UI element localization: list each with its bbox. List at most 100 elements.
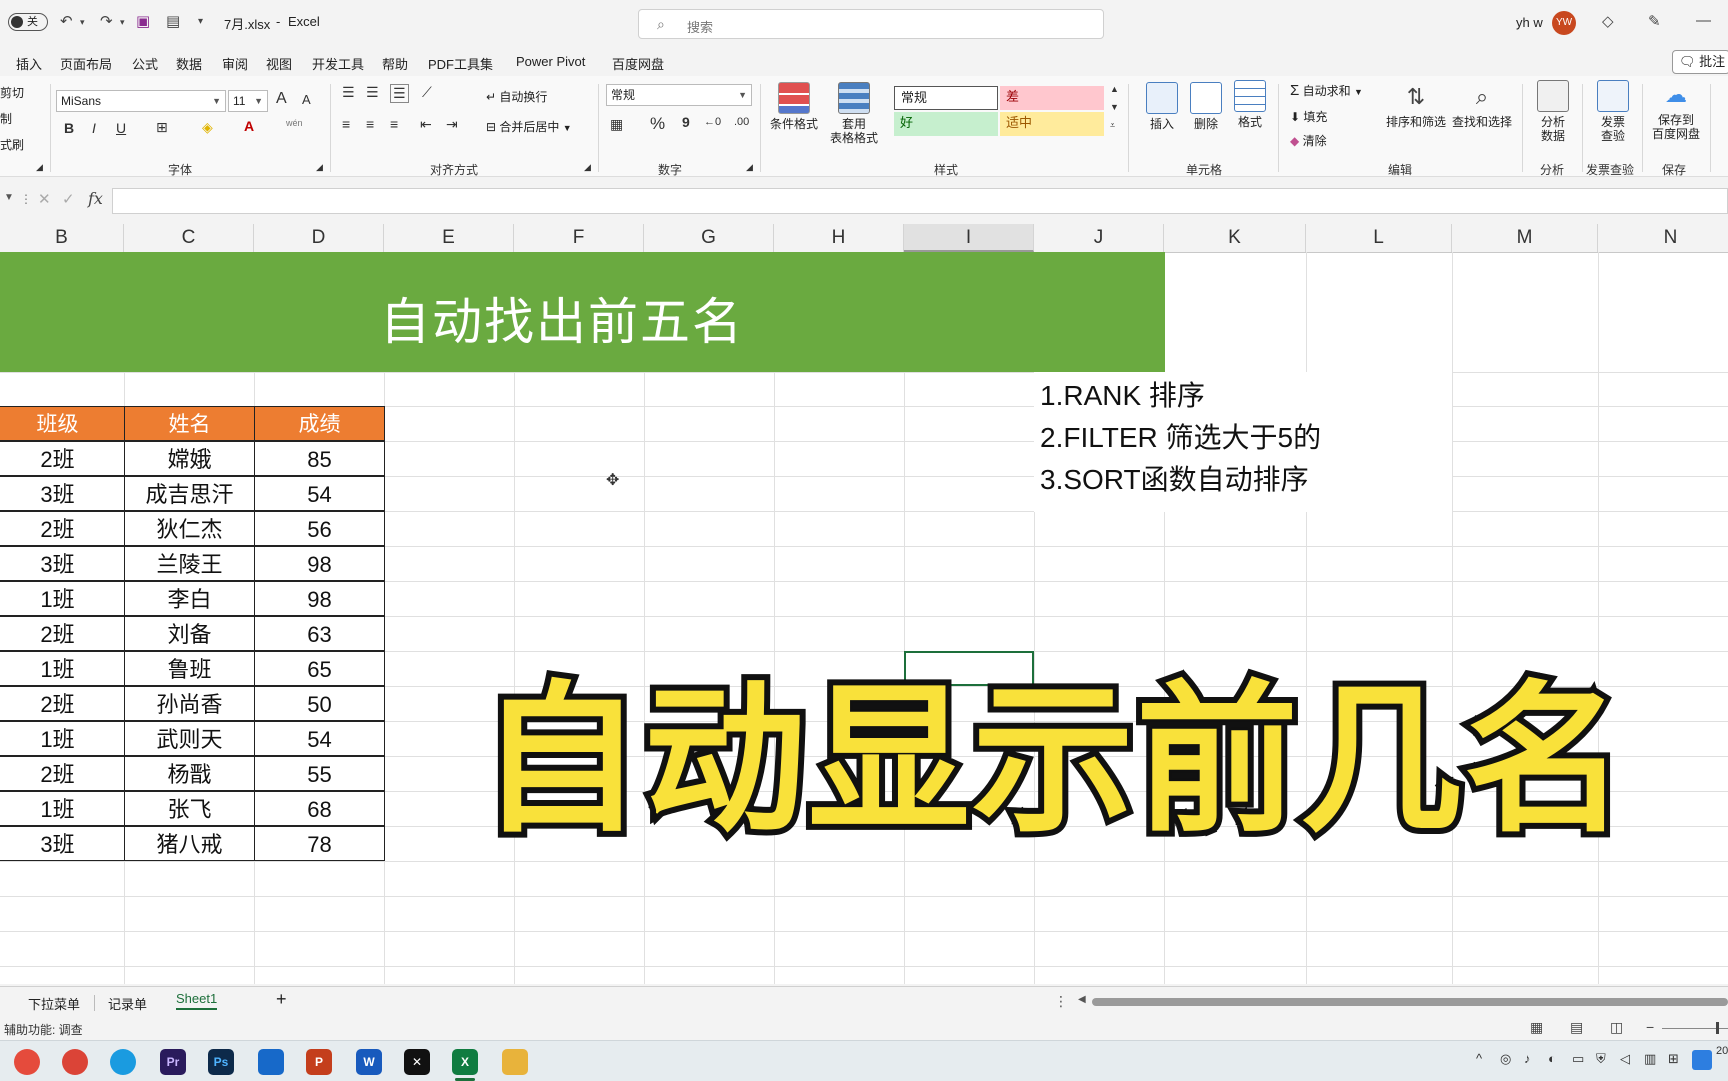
page-break-view-icon[interactable]: ◫ xyxy=(1610,1019,1623,1036)
column-header-n[interactable]: N xyxy=(1598,224,1728,252)
cut-button[interactable]: 剪切 xyxy=(0,84,24,101)
menu-power-pivot[interactable]: Power Pivot xyxy=(516,54,585,69)
menu-developer[interactable]: 开发工具 xyxy=(312,54,364,73)
font-size-dropdown[interactable]: 11 ▼ xyxy=(228,90,268,112)
align-bottom-icon[interactable]: ☰ xyxy=(390,84,409,103)
taskbar-app-premiere[interactable]: Pr xyxy=(160,1049,186,1075)
bold-button[interactable]: B xyxy=(64,120,74,136)
comment-button[interactable]: 🗨 批注 xyxy=(1672,50,1728,74)
table-cell[interactable]: 63 xyxy=(254,616,385,651)
copy-button[interactable]: 复制 xyxy=(0,110,12,127)
autosave-toggle[interactable]: 关 xyxy=(8,13,48,31)
decrease-decimal-icon[interactable]: .00 xyxy=(734,116,749,128)
clear-button[interactable]: ◆ 清除 xyxy=(1290,132,1327,149)
number-format-dropdown[interactable]: 常规 ▼ xyxy=(606,84,752,106)
phonetic-button[interactable]: wén xyxy=(286,118,303,128)
pen-icon[interactable]: ✎ xyxy=(1648,12,1661,30)
accessibility-status[interactable]: 辅助功能: 调查 xyxy=(4,1021,83,1038)
table-cell[interactable]: 武则天 xyxy=(124,721,255,756)
currency-icon[interactable]: ▦ xyxy=(610,116,623,133)
table-cell[interactable]: 兰陵王 xyxy=(124,546,255,581)
style-neutral[interactable]: 适中 xyxy=(1000,112,1104,136)
wrap-text-button[interactable]: ↵ 自动换行 xyxy=(486,88,547,105)
invoice-check-button[interactable]: 发票 查验 xyxy=(1590,80,1636,143)
grow-font-button[interactable]: A xyxy=(276,90,287,108)
delete-cells-button[interactable]: 删除 xyxy=(1186,82,1226,131)
table-header-score[interactable]: 成绩 xyxy=(254,406,385,441)
menu-review[interactable]: 审阅 xyxy=(222,54,248,73)
table-cell[interactable]: 1班 xyxy=(0,791,125,826)
customize-toolbar-icon[interactable]: ▾ xyxy=(198,16,203,27)
table-cell[interactable]: 2班 xyxy=(0,511,125,546)
horizontal-scrollbar[interactable] xyxy=(1092,998,1728,1006)
scroll-left-icon[interactable]: ◀ xyxy=(1078,994,1086,1005)
menu-help[interactable]: 帮助 xyxy=(382,54,408,73)
table-cell[interactable]: 54 xyxy=(254,476,385,511)
undo-dropdown-icon[interactable]: ▾ xyxy=(80,17,85,28)
table-cell[interactable]: 85 xyxy=(254,441,385,476)
table-cell[interactable]: 1班 xyxy=(0,651,125,686)
align-center-icon[interactable]: ≡ xyxy=(366,116,374,132)
save-icon[interactable]: ▣ xyxy=(136,12,150,30)
column-header-e[interactable]: E xyxy=(384,224,514,252)
table-cell[interactable]: 李白 xyxy=(124,581,255,616)
table-cell[interactable]: 2班 xyxy=(0,756,125,791)
format-as-table-button[interactable]: 套用 表格格式 xyxy=(822,82,886,145)
increase-indent-icon[interactable]: ⇥ xyxy=(446,116,458,133)
style-good[interactable]: 好 xyxy=(894,112,998,136)
font-color-button[interactable]: A xyxy=(244,118,254,134)
normal-view-icon[interactable]: ▦ xyxy=(1530,1019,1543,1036)
menu-data[interactable]: 数据 xyxy=(176,54,202,73)
tray-qq-icon[interactable]: ◐ xyxy=(1548,1051,1556,1066)
minimize-button[interactable]: — xyxy=(1696,12,1711,29)
table-cell[interactable]: 65 xyxy=(254,651,385,686)
column-header-g[interactable]: G xyxy=(644,224,774,252)
tray-display-icon[interactable]: ▭ xyxy=(1572,1051,1584,1067)
table-cell[interactable]: 98 xyxy=(254,546,385,581)
style-normal[interactable]: 常规 xyxy=(894,86,998,110)
redo-dropdown-icon[interactable]: ▾ xyxy=(120,17,125,28)
undo-icon[interactable]: ↶ xyxy=(60,12,73,30)
table-cell[interactable]: 孙尚香 xyxy=(124,686,255,721)
form-icon[interactable]: ▤ xyxy=(166,12,180,30)
table-cell[interactable]: 56 xyxy=(254,511,385,546)
fill-button[interactable]: ⬇ 填充 xyxy=(1290,108,1327,125)
formula-input[interactable] xyxy=(112,188,1728,214)
menu-page-layout[interactable]: 页面布局 xyxy=(60,54,112,73)
format-cells-button[interactable]: 格式 xyxy=(1230,80,1270,129)
diamond-icon[interactable]: ◇ xyxy=(1602,12,1614,30)
table-cell[interactable]: 1班 xyxy=(0,581,125,616)
table-header-name[interactable]: 姓名 xyxy=(124,406,255,441)
align-middle-icon[interactable]: ☰ xyxy=(366,84,379,101)
column-header-m[interactable]: M xyxy=(1452,224,1598,252)
table-header-class[interactable]: 班级 xyxy=(0,406,125,441)
tray-microphone-icon[interactable]: ♪ xyxy=(1524,1051,1531,1066)
table-cell[interactable]: 98 xyxy=(254,581,385,616)
table-cell[interactable]: 3班 xyxy=(0,546,125,581)
merge-center-button[interactable]: ⊟ 合并后居中 ▼ xyxy=(486,118,572,135)
orientation-icon[interactable]: ⟋ xyxy=(422,84,432,101)
border-icon[interactable]: ⊞ xyxy=(156,119,168,136)
table-cell[interactable]: 55 xyxy=(254,756,385,791)
styles-scroll-down-icon[interactable]: ▼ xyxy=(1110,102,1119,112)
taskbar-app-edge[interactable] xyxy=(110,1049,136,1075)
column-header-h[interactable]: H xyxy=(774,224,904,252)
fill-color-icon[interactable]: ◈ xyxy=(202,119,213,136)
column-header-j[interactable]: J xyxy=(1034,224,1164,252)
tray-camera-icon[interactable]: ◎ xyxy=(1500,1051,1511,1067)
analyze-data-button[interactable]: 分析 数据 xyxy=(1530,80,1576,143)
save-baidu-button[interactable]: ☁ 保存到 百度网盘 xyxy=(1648,80,1704,141)
table-cell[interactable]: 1班 xyxy=(0,721,125,756)
zoom-slider-thumb[interactable] xyxy=(1716,1022,1719,1034)
menu-pdf-tools[interactable]: PDF工具集 xyxy=(428,54,493,73)
comma-button[interactable]: 9 xyxy=(682,114,690,130)
redo-icon[interactable]: ↷ xyxy=(100,12,113,30)
tab-more-icon[interactable]: ⋮ xyxy=(1054,993,1068,1010)
table-cell[interactable]: 张飞 xyxy=(124,791,255,826)
align-right-icon[interactable]: ≡ xyxy=(390,116,398,132)
avatar[interactable]: YW xyxy=(1552,11,1576,35)
number-launcher-icon[interactable]: ◢ xyxy=(746,162,753,173)
tray-volume-icon[interactable]: ◁ xyxy=(1620,1051,1630,1067)
table-cell[interactable]: 刘备 xyxy=(124,616,255,651)
table-cell[interactable]: 78 xyxy=(254,826,385,861)
